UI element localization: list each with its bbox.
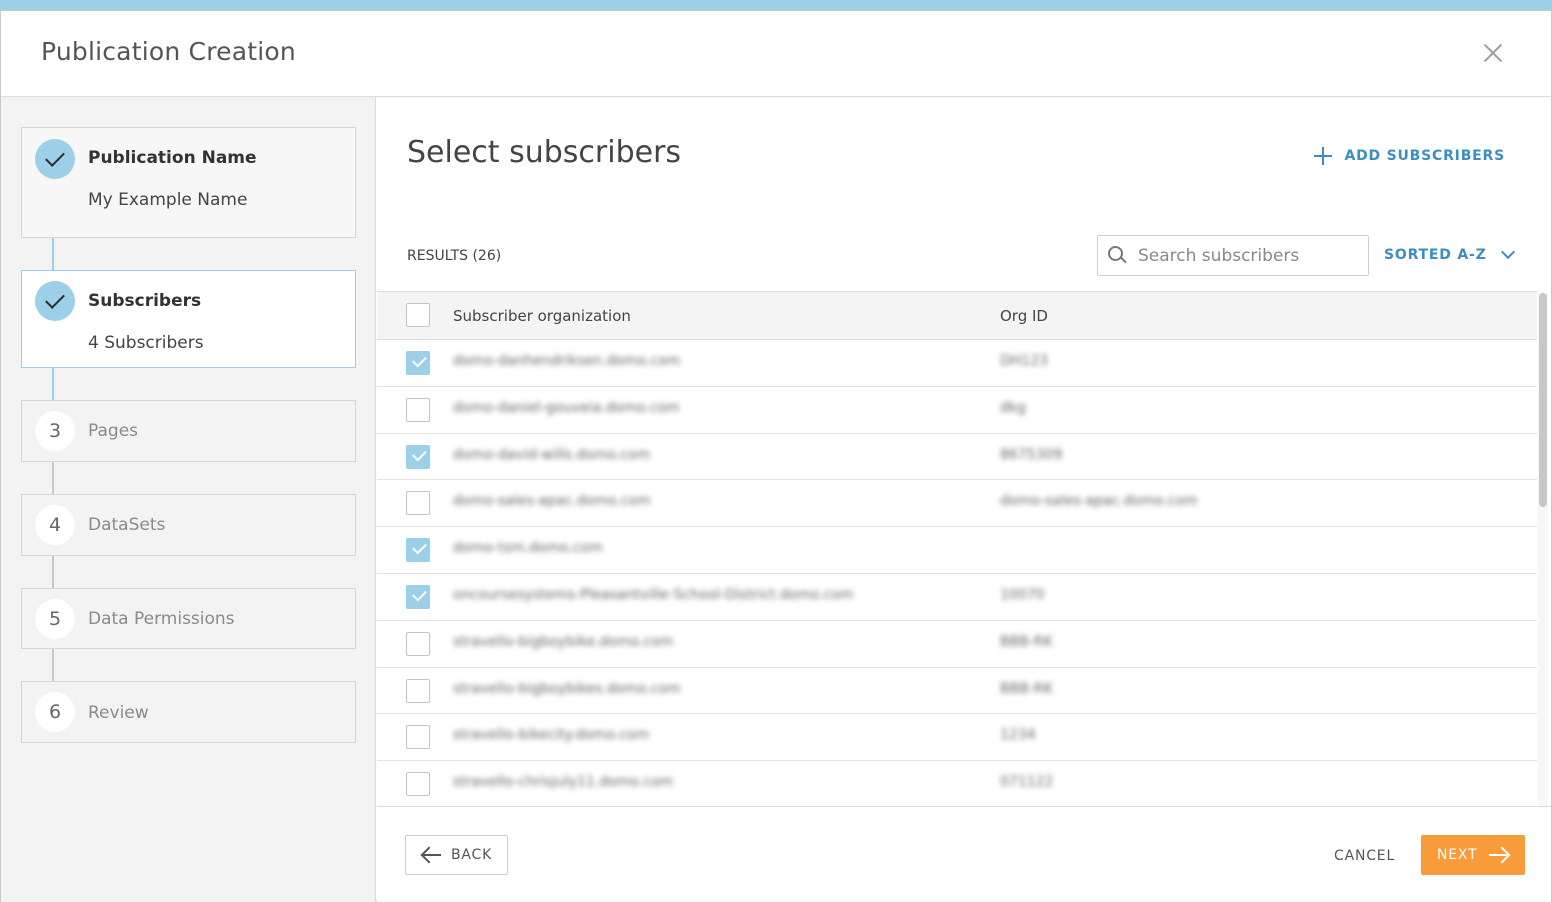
step-subtitle: My Example Name — [88, 190, 248, 210]
dialog-title: Publication Creation — [41, 37, 296, 66]
step-title: DataSets — [88, 515, 166, 535]
subscriber-organization: domo-daniel-gouveia.domo.com — [453, 399, 680, 416]
row-checkbox[interactable] — [406, 725, 430, 750]
next-button[interactable]: NEXT — [1421, 835, 1525, 875]
table-row[interactable]: domo-tsm.domo.com — [377, 527, 1537, 574]
subscriber-organization: stravello-bikecity.domo.com — [453, 727, 650, 744]
step-datasets[interactable]: 4 DataSets — [21, 494, 356, 556]
dialog-header: Publication Creation — [1, 11, 1551, 97]
table-scrollbar[interactable] — [1538, 293, 1548, 816]
subscriber-organization: oncoursesystems-Pleasantville-School-Dis… — [453, 586, 854, 603]
row-checkbox[interactable] — [406, 772, 430, 797]
main-panel: Select subscribers ADD SUBSCRIBERS RESUL… — [377, 97, 1551, 817]
org-id: BBB-RK — [1000, 680, 1053, 697]
plus-icon — [1314, 147, 1333, 165]
arrow-left-icon — [421, 847, 441, 863]
column-header-organization: Subscriber organization — [453, 307, 631, 325]
subscriber-organization: domo-david-wills.domo.com — [453, 446, 651, 463]
steps-sidebar: Publication Name My Example Name Subscri… — [1, 97, 376, 902]
select-all-checkbox[interactable] — [406, 303, 430, 327]
step-data-permissions[interactable]: 5 Data Permissions — [21, 588, 356, 649]
table-row[interactable]: domo-daniel-gouveia.domo.com dkg — [377, 387, 1537, 434]
row-checkbox[interactable] — [406, 444, 430, 469]
step-publication-name[interactable]: Publication Name My Example Name — [21, 127, 356, 238]
table-row[interactable]: stravello-bigboybike.domo.com BBB-RK — [377, 621, 1537, 668]
step-connector — [52, 462, 54, 495]
chevron-down-icon — [1500, 244, 1515, 260]
table-row[interactable]: domo-sales-apac.domo.com domo-sales-apac.… — [377, 480, 1537, 528]
step-connector — [52, 238, 54, 271]
row-checkbox[interactable] — [406, 491, 430, 516]
step-review[interactable]: 6 Review — [21, 681, 356, 743]
org-id: DH123 — [1000, 353, 1049, 369]
step-number: 4 — [35, 505, 75, 545]
step-title: Publication Name — [88, 148, 257, 168]
subscriber-organization: stravello-chrisjuly11.domo.com — [453, 774, 674, 791]
checkmark-icon — [35, 139, 75, 179]
table-row[interactable]: domo-danhendriksen.domo.com DH123 — [377, 340, 1537, 387]
step-number: 5 — [35, 599, 75, 639]
subscriber-organization: domo-tsm.domo.com — [453, 540, 603, 557]
search-icon — [1108, 245, 1128, 266]
step-title: Review — [88, 703, 149, 723]
search-box — [1097, 235, 1369, 276]
search-input[interactable] — [1138, 245, 1358, 266]
subscriber-organization: domo-danhendriksen.domo.com — [453, 353, 681, 369]
step-number: 3 — [35, 411, 75, 451]
step-subscribers[interactable]: Subscribers 4 Subscribers — [21, 270, 356, 368]
step-title: Subscribers — [88, 291, 202, 311]
results-count: RESULTS (26) — [407, 248, 502, 264]
org-id: 8675309 — [1000, 446, 1063, 463]
row-checkbox[interactable] — [406, 584, 430, 609]
arrow-right-icon — [1489, 847, 1509, 863]
next-label: NEXT — [1437, 847, 1478, 863]
sort-dropdown[interactable]: SORTED A-Z — [1384, 244, 1515, 263]
table-body: domo-danhendriksen.domo.com DH123 domo-dan… — [377, 340, 1537, 816]
subscriber-organization: stravello-bigboybikes.domo.com — [453, 680, 681, 697]
row-checkbox[interactable] — [406, 678, 430, 703]
row-checkbox[interactable] — [406, 538, 430, 563]
row-checkbox[interactable] — [406, 631, 430, 656]
cancel-button[interactable]: CANCEL — [1334, 848, 1395, 864]
sort-label: SORTED A-Z — [1384, 247, 1487, 263]
back-button[interactable]: BACK — [405, 835, 508, 875]
step-connector — [52, 556, 54, 589]
scroll-thumb[interactable] — [1539, 293, 1547, 507]
step-pages[interactable]: 3 Pages — [21, 400, 356, 462]
section-title: Select subscribers — [407, 135, 682, 170]
org-id: dkg — [1000, 399, 1026, 416]
step-number: 6 — [35, 692, 75, 732]
step-connector — [52, 368, 54, 401]
publication-dialog: Publication Creation Publication Name My… — [0, 10, 1552, 902]
checkmark-icon — [35, 281, 75, 321]
close-icon[interactable] — [1481, 41, 1505, 65]
subscriber-organization: stravello-bigboybike.domo.com — [453, 633, 674, 650]
dialog-footer: BACK CANCEL NEXT — [377, 806, 1551, 902]
step-connector — [52, 649, 54, 682]
column-header-org-id: Org ID — [1000, 307, 1048, 325]
table-row[interactable]: domo-david-wills.domo.com 8675309 — [377, 434, 1537, 481]
row-checkbox[interactable] — [406, 397, 430, 422]
table-row[interactable]: stravello-bigboybikes.domo.com BBB-RK — [377, 668, 1537, 715]
back-label: BACK — [451, 847, 493, 863]
subscriber-organization: domo-sales-apac.domo.com — [453, 493, 651, 510]
add-subscribers-button[interactable]: ADD SUBSCRIBERS — [1314, 147, 1505, 165]
table-row[interactable]: oncoursesystems-Pleasantville-School-Dis… — [377, 574, 1537, 621]
step-title: Data Permissions — [88, 609, 235, 629]
step-subtitle: 4 Subscribers — [88, 333, 204, 353]
org-id: BBB-RK — [1000, 633, 1053, 650]
row-checkbox[interactable] — [406, 351, 430, 375]
org-id: 10070 — [1000, 586, 1045, 603]
subscribers-table: Subscriber organization Org ID domo-danh… — [377, 291, 1537, 816]
step-title: Pages — [88, 421, 139, 441]
table-row[interactable]: stravello-chrisjuly11.domo.com 071122 — [377, 761, 1537, 808]
org-id: domo-sales-apac.domo.com — [1000, 493, 1198, 510]
org-id: 071122 — [1000, 774, 1054, 791]
table-header: Subscriber organization Org ID — [377, 292, 1537, 340]
org-id: 1234 — [1000, 727, 1036, 744]
table-row[interactable]: stravello-bikecity.domo.com 1234 — [377, 714, 1537, 762]
add-subscribers-label: ADD SUBSCRIBERS — [1344, 148, 1505, 164]
